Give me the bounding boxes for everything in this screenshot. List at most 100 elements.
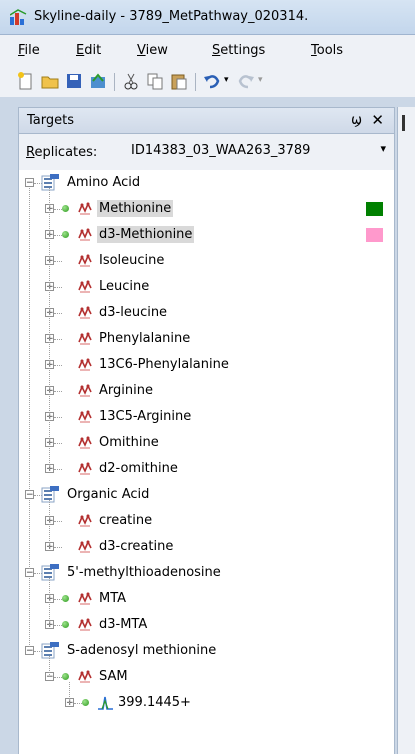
tree-connector [69, 682, 70, 703]
tree-connector [54, 547, 62, 548]
tree-connector [49, 500, 50, 547]
molecule-icon [78, 384, 92, 397]
tree-connector [54, 521, 62, 522]
menu-file[interactable]: File [18, 43, 40, 58]
tree-connector [29, 188, 30, 491]
molecule-icon [78, 358, 92, 371]
status-dot-icon [62, 231, 69, 238]
menu-bar: File Edit View Settings Tools [0, 35, 415, 65]
menu-edit[interactable]: Edit [76, 43, 101, 58]
tree-connector [54, 391, 62, 392]
tree-molecule-row[interactable]: +13C5-Arginine [19, 404, 394, 430]
app-logo-icon [10, 9, 27, 25]
tree-molecule-row[interactable]: + Methionine [19, 196, 394, 222]
molecule-list-icon [41, 642, 59, 659]
molecule-icon [78, 228, 92, 241]
tree-connector [74, 703, 82, 704]
tree-connector [54, 365, 62, 366]
tree-molecule-row[interactable]: + d3-Methionine [19, 222, 394, 248]
pin-icon[interactable]: ϣ [351, 113, 362, 128]
tree-molecule-row[interactable]: + Isoleucine [19, 248, 394, 274]
replicates-bar: Replicates: ID14383_03_WAA263_3789 ▾ [18, 134, 395, 170]
molecule-icon [78, 592, 92, 605]
collapse-icon[interactable]: − [25, 490, 34, 500]
tree-molecule-row[interactable]: + Arginine [19, 378, 394, 404]
menu-view[interactable]: View [137, 43, 168, 58]
menu-toolbar-area: File Edit View Settings Tools ▾ ▾ [0, 35, 415, 97]
targets-tree[interactable]: − Amino Acid + Methionine + d3-Methionine + Iso… [18, 170, 395, 754]
molecule-icon [78, 280, 92, 293]
status-dot-icon [62, 621, 69, 628]
copy-icon[interactable] [145, 71, 165, 91]
replicates-dropdown[interactable]: ID14383_03_WAA263_3789 ▾ [127, 140, 389, 162]
new-icon[interactable] [16, 71, 36, 91]
tree-molecule-row[interactable]: + creatine [19, 508, 394, 534]
tree-molecule-row[interactable]: + Omithine [19, 430, 394, 456]
tree-group-row[interactable]: − Organic Acid [19, 482, 394, 508]
tree-group-row[interactable]: − Amino Acid [19, 170, 394, 196]
molecule-icon [78, 618, 92, 631]
molecule-list-icon [41, 486, 59, 503]
molecule-icon [78, 436, 92, 449]
tree-molecule-row[interactable]: + Leucine [19, 274, 394, 300]
menu-settings[interactable]: Settings [212, 43, 265, 58]
tree-connector [54, 209, 62, 210]
chevron-down-icon: ▾ [380, 142, 386, 155]
right-docked-pane [397, 107, 415, 754]
collapse-icon[interactable]: − [25, 646, 34, 656]
tree-connector [29, 578, 30, 647]
molecule-list-icon [41, 174, 59, 191]
tree-molecule-row[interactable]: + MTA [19, 586, 394, 612]
molecule-icon [78, 462, 92, 475]
tree-item-label: d3-creatine [99, 539, 174, 554]
collapse-icon[interactable]: − [25, 568, 34, 578]
redo-dropdown-icon[interactable]: ▾ [258, 75, 268, 95]
undo-dropdown-icon[interactable]: ▾ [224, 75, 234, 95]
targets-title: Targets [27, 113, 74, 128]
undo-icon[interactable] [202, 71, 222, 91]
tree-precursor-row[interactable]: +399.1445+ [19, 690, 394, 716]
paste-icon[interactable] [169, 71, 189, 91]
tree-molecule-row[interactable]: + Phenylalanine [19, 326, 394, 352]
cut-icon[interactable] [121, 71, 141, 91]
tree-molecule-row[interactable]: − SAM [19, 664, 394, 690]
tree-connector [49, 188, 50, 469]
tree-connector [54, 625, 62, 626]
tree-connector [54, 235, 62, 236]
open-icon[interactable] [40, 71, 60, 91]
molecule-icon [78, 332, 92, 345]
color-swatch [366, 228, 383, 242]
tree-molecule-row[interactable]: + d2-omithine [19, 456, 394, 482]
save-icon[interactable] [64, 71, 84, 91]
tree-item-label: Amino Acid [67, 175, 141, 190]
tree-item-label: d3-MTA [99, 617, 148, 632]
tree-molecule-row[interactable]: + d3-creatine [19, 534, 394, 560]
status-dot-icon [62, 205, 69, 212]
tree-molecule-row[interactable]: + d3-MTA [19, 612, 394, 638]
menu-tools[interactable]: Tools [311, 43, 343, 58]
molecule-icon [78, 202, 92, 215]
tree-connector [54, 287, 62, 288]
toolbar: ▾ ▾ [0, 66, 415, 96]
close-icon[interactable]: ✕ [371, 111, 384, 129]
replicates-label: Replicates: [26, 145, 98, 160]
tree-connector [54, 599, 62, 600]
redo-icon[interactable] [236, 71, 256, 91]
tree-item-label: Methionine [97, 200, 174, 217]
publish-icon[interactable] [88, 71, 108, 91]
collapse-icon[interactable]: − [25, 178, 34, 188]
tree-item-label: S-adenosyl methionine [67, 643, 217, 658]
tree-item-label: creatine [99, 513, 153, 528]
tree-item-label: Organic Acid [67, 487, 150, 502]
tree-molecule-row[interactable]: +13C6-Phenylalanine [19, 352, 394, 378]
tree-group-row[interactable]: − S-adenosyl methionine [19, 638, 394, 664]
color-swatch [366, 202, 383, 216]
status-dot-icon [82, 699, 89, 706]
toolbar-separator [195, 73, 196, 91]
tree-group-row[interactable]: − 5'-methylthioadenosine [19, 560, 394, 586]
tree-item-label: Arginine [99, 383, 153, 398]
tree-item-label: Omithine [99, 435, 159, 450]
tree-molecule-row[interactable]: + d3-leucine [19, 300, 394, 326]
toolbar-separator [114, 73, 115, 91]
tree-item-label: d3-leucine [99, 305, 168, 320]
